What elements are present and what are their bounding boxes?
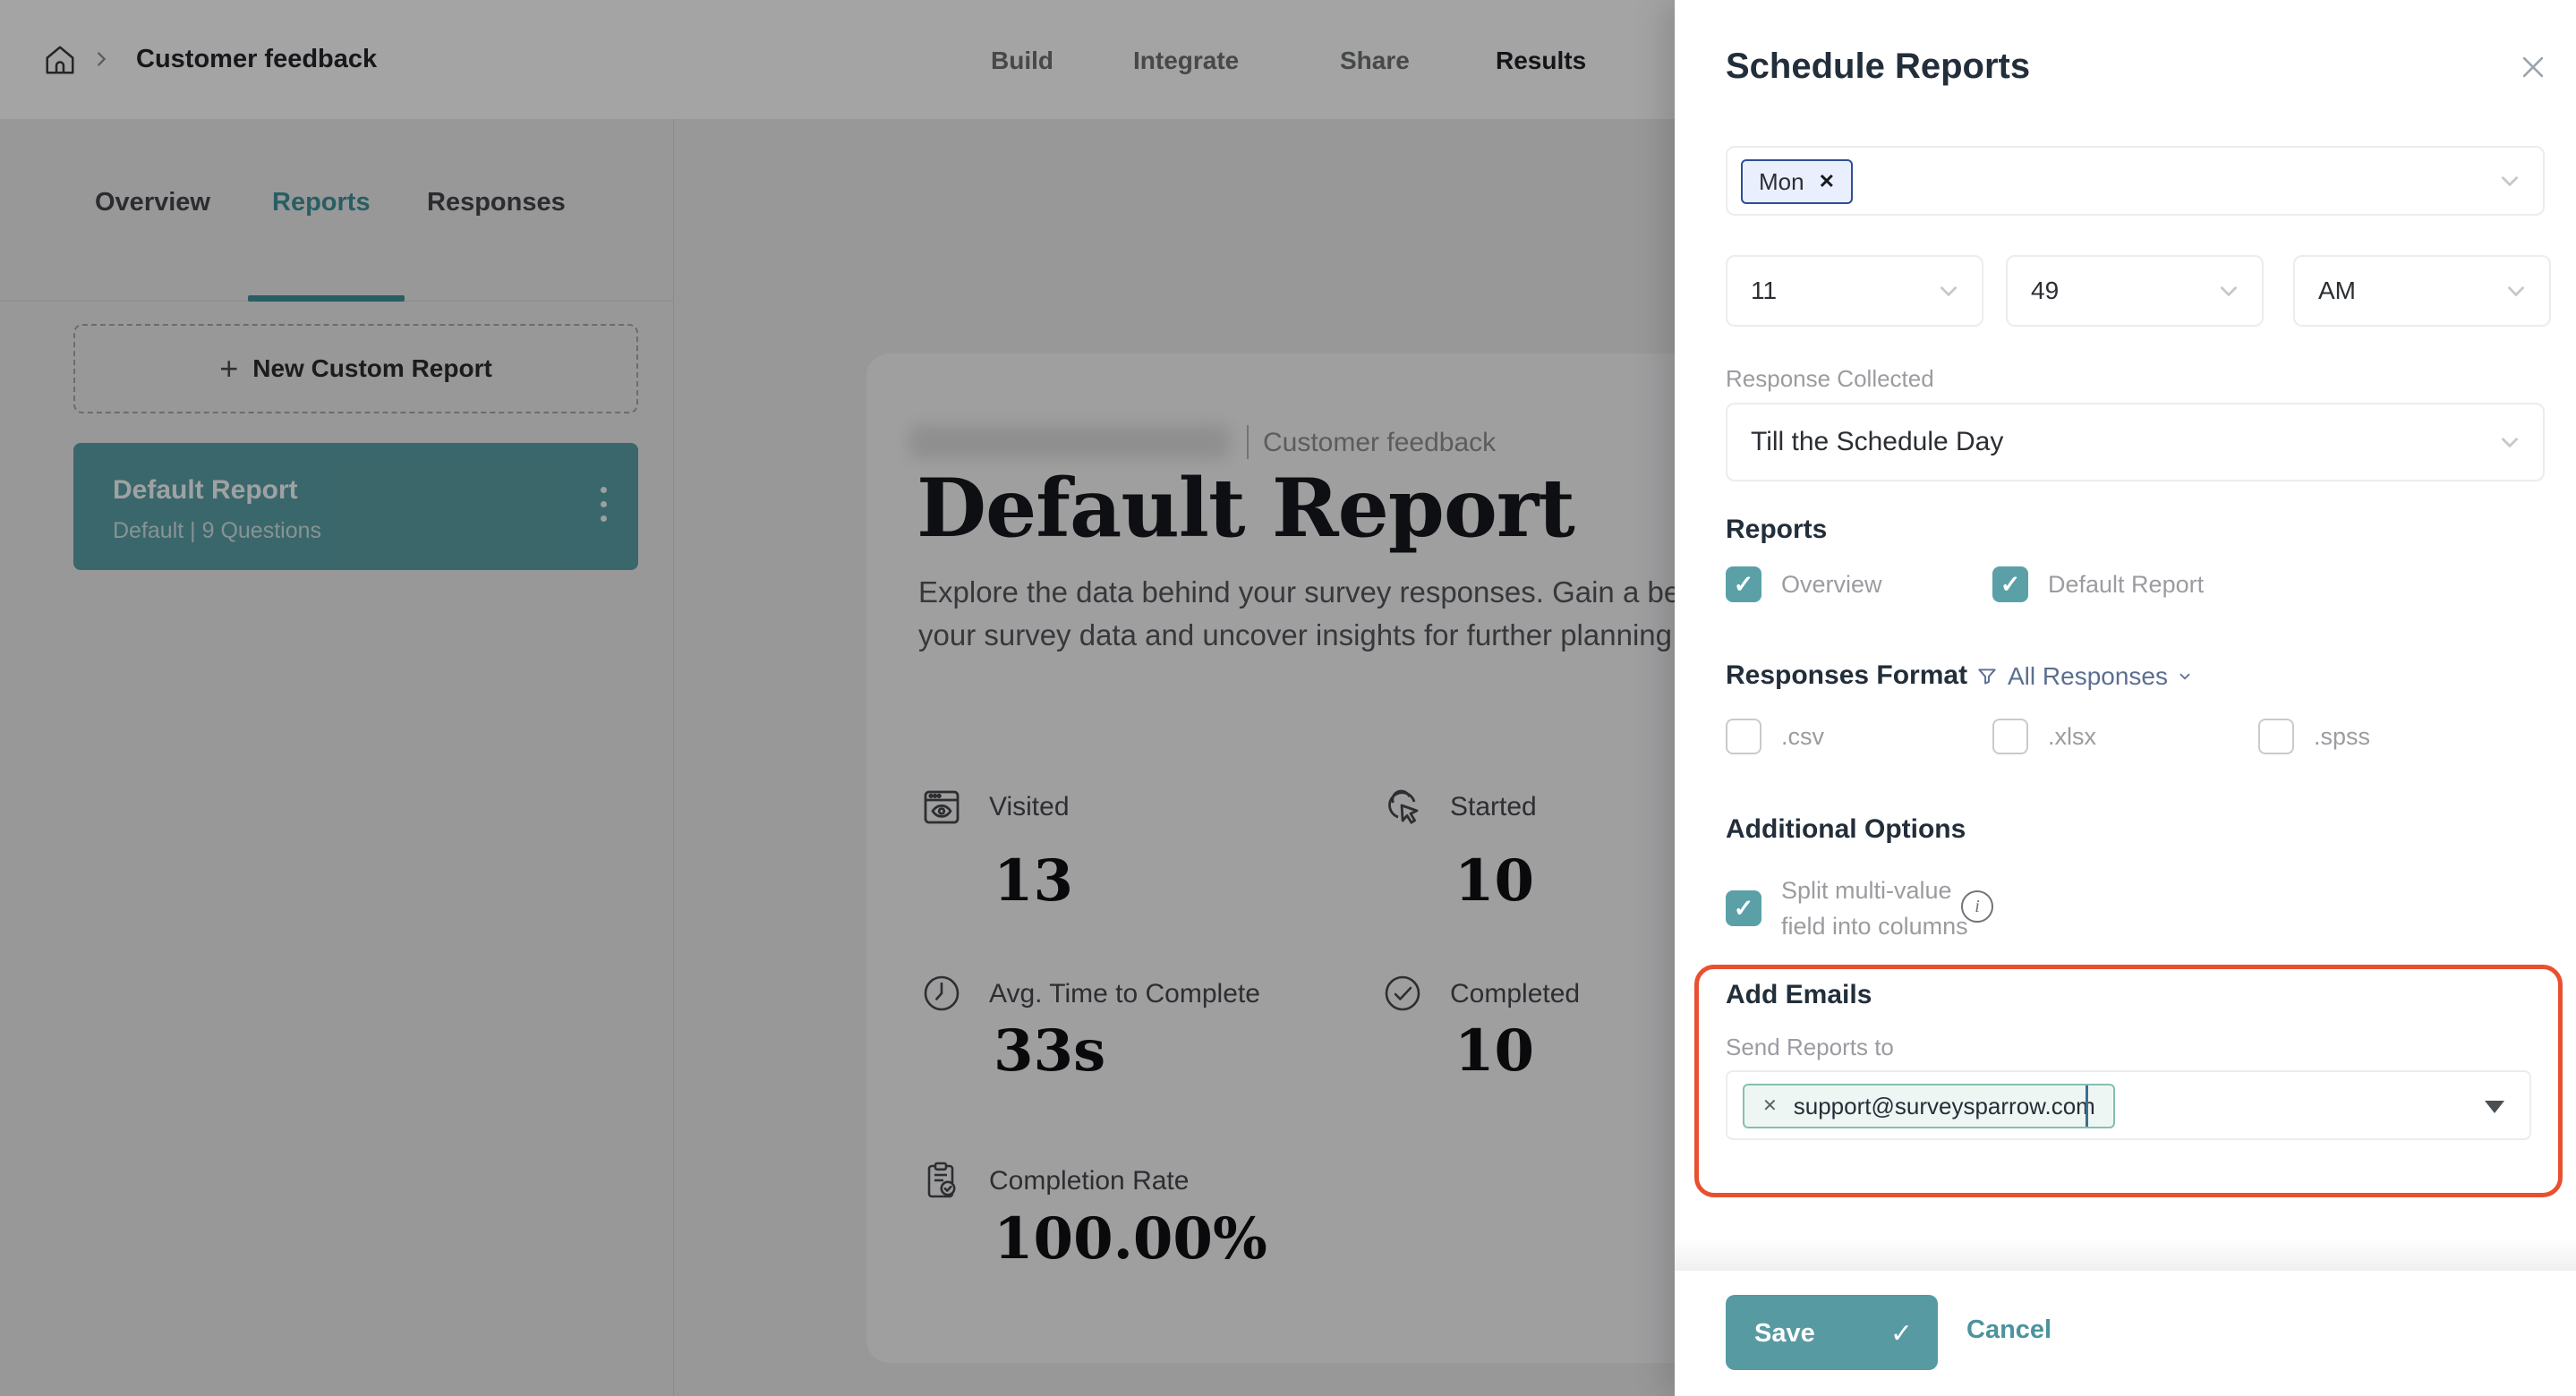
reports-section-heading: Reports xyxy=(1726,515,1827,545)
checkbox-default-report[interactable]: ✓ Default Report xyxy=(1992,566,2204,602)
filter-funnel-icon xyxy=(1975,665,1999,688)
checkbox-unchecked[interactable] xyxy=(2258,719,2294,754)
checkbox-label: .xlsx xyxy=(2048,723,2096,751)
chip-remove-icon[interactable]: ✕ xyxy=(1762,1097,1778,1115)
checkbox-checked-icon[interactable]: ✓ xyxy=(1726,566,1761,602)
checkbox-csv[interactable]: .csv xyxy=(1726,719,1824,754)
day-chip-label: Mon xyxy=(1759,168,1804,196)
chip-remove-icon[interactable]: ✕ xyxy=(1819,172,1835,192)
day-chip: Mon ✕ xyxy=(1741,159,1853,204)
all-responses-label: All Responses xyxy=(2008,662,2168,691)
text-cursor xyxy=(2086,1085,2088,1127)
meridiem-select[interactable]: AM xyxy=(2293,255,2551,327)
email-chip: ✕ support@surveysparrow.com xyxy=(1743,1084,2115,1128)
check-icon: ✓ xyxy=(1890,1318,1913,1349)
hour-value: 11 xyxy=(1751,277,1777,305)
hour-select[interactable]: 11 xyxy=(1726,255,1983,327)
minute-value: 49 xyxy=(2031,277,2059,305)
chevron-down-icon xyxy=(1937,279,1960,302)
checkbox-split-multivalue[interactable]: ✓ Split multi-value field into columns xyxy=(1726,872,1968,944)
chevron-down-icon xyxy=(2504,279,2528,302)
response-collected-value: Till the Schedule Day xyxy=(1751,427,2003,457)
response-collected-select[interactable]: Till the Schedule Day xyxy=(1726,403,2545,481)
all-responses-filter[interactable]: All Responses xyxy=(1975,662,2193,691)
dropdown-arrow-icon[interactable] xyxy=(2485,1101,2504,1113)
chevron-down-icon xyxy=(2217,279,2240,302)
schedule-day-select[interactable]: Mon ✕ xyxy=(1726,146,2545,216)
checkbox-spss[interactable]: .spss xyxy=(2258,719,2370,754)
checkbox-label: Overview xyxy=(1781,571,1882,599)
schedule-reports-panel: Schedule Reports Mon ✕ 11 49 xyxy=(1675,0,2576,1396)
responses-format-heading: Responses Format xyxy=(1726,660,1967,691)
checkbox-label: .spss xyxy=(2314,723,2370,751)
chevron-down-icon xyxy=(2498,430,2521,454)
info-icon[interactable]: i xyxy=(1961,890,1993,923)
add-emails-heading: Add Emails xyxy=(1726,980,1872,1010)
checkbox-label: Default Report xyxy=(2048,571,2204,599)
email-chip-label: support@surveysparrow.com xyxy=(1794,1093,2095,1120)
chevron-down-icon xyxy=(2498,169,2521,192)
checkbox-overview[interactable]: ✓ Overview xyxy=(1726,566,1882,602)
checkbox-unchecked[interactable] xyxy=(1992,719,2028,754)
checkbox-unchecked[interactable] xyxy=(1726,719,1761,754)
checkbox-checked-icon[interactable]: ✓ xyxy=(1992,566,2028,602)
panel-title: Schedule Reports xyxy=(1726,47,2030,87)
send-reports-to-label: Send Reports to xyxy=(1726,1034,1894,1061)
chevron-down-icon xyxy=(2177,668,2193,685)
minute-select[interactable]: 49 xyxy=(2006,255,2264,327)
split-option-label: Split multi-value field into columns xyxy=(1781,872,1968,944)
cancel-button[interactable]: Cancel xyxy=(1966,1315,2051,1345)
panel-footer: Save ✓ Cancel xyxy=(1675,1271,2576,1396)
meridiem-value: AM xyxy=(2318,277,2356,305)
save-label: Save xyxy=(1754,1319,1815,1349)
additional-options-heading: Additional Options xyxy=(1726,814,1966,845)
save-button[interactable]: Save ✓ xyxy=(1726,1295,1938,1370)
checkbox-xlsx[interactable]: .xlsx xyxy=(1992,719,2096,754)
email-recipients-input[interactable]: ✕ support@surveysparrow.com xyxy=(1726,1070,2531,1140)
screen: Customer feedback Build Integrate Share … xyxy=(0,0,2576,1396)
footer-scroll-fade xyxy=(1675,1237,2576,1271)
checkbox-checked-icon[interactable]: ✓ xyxy=(1726,890,1761,926)
response-collected-label: Response Collected xyxy=(1726,365,1934,393)
checkbox-label: .csv xyxy=(1781,723,1824,751)
close-icon[interactable] xyxy=(2518,52,2548,82)
